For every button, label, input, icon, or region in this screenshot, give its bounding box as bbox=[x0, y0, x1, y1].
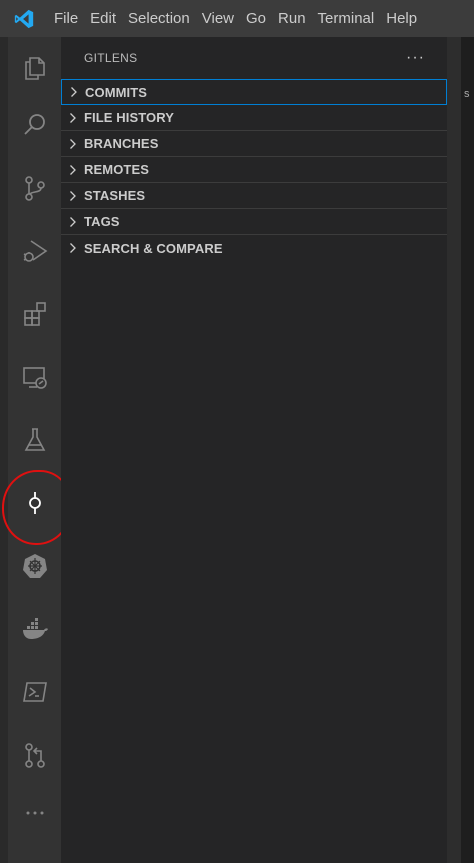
gitlens-sidebar: GITLENS ··· COMMITS FILE HISTORY BRANCHE… bbox=[61, 37, 447, 863]
chevron-right-icon bbox=[67, 241, 81, 255]
pull-requests-icon[interactable] bbox=[8, 724, 61, 786]
search-icon[interactable] bbox=[8, 94, 61, 156]
sidebar-scrollbar[interactable] bbox=[447, 37, 461, 863]
section-remotes[interactable]: REMOTES bbox=[61, 157, 447, 183]
vscode-logo-icon bbox=[0, 0, 48, 37]
source-control-icon[interactable] bbox=[8, 157, 61, 219]
docker-icon[interactable] bbox=[8, 598, 61, 660]
section-search-compare[interactable]: SEARCH & COMPARE bbox=[61, 235, 447, 261]
chevron-right-icon bbox=[67, 163, 81, 177]
chevron-right-icon bbox=[67, 137, 81, 151]
menu-file[interactable]: File bbox=[48, 0, 84, 37]
menu-go[interactable]: Go bbox=[240, 0, 272, 37]
section-label: FILE HISTORY bbox=[84, 110, 175, 125]
menu-selection[interactable]: Selection bbox=[122, 0, 196, 37]
section-label: REMOTES bbox=[84, 162, 149, 177]
run-debug-icon[interactable] bbox=[8, 220, 61, 282]
powershell-icon[interactable] bbox=[8, 661, 61, 723]
menu-view[interactable]: View bbox=[196, 0, 240, 37]
menu-edit[interactable]: Edit bbox=[84, 0, 122, 37]
explorer-icon[interactable] bbox=[8, 37, 61, 99]
section-file-history[interactable]: FILE HISTORY bbox=[61, 105, 447, 131]
extensions-icon[interactable] bbox=[8, 283, 61, 345]
chevron-right-icon bbox=[68, 85, 82, 99]
chevron-right-icon bbox=[67, 111, 81, 125]
activity-bar bbox=[8, 37, 61, 863]
section-branches[interactable]: BRANCHES bbox=[61, 131, 447, 157]
section-label: BRANCHES bbox=[84, 136, 159, 151]
more-actions-button[interactable]: ··· bbox=[406, 49, 425, 67]
more-icon[interactable] bbox=[8, 782, 61, 844]
section-label: STASHES bbox=[84, 188, 146, 203]
editor-area bbox=[461, 37, 474, 863]
window-edge bbox=[0, 37, 8, 863]
menu-help[interactable]: Help bbox=[380, 0, 423, 37]
chevron-right-icon bbox=[67, 215, 81, 229]
menu-terminal[interactable]: Terminal bbox=[312, 0, 381, 37]
menu-bar: File Edit Selection View Go Run Terminal… bbox=[0, 0, 474, 37]
section-label: TAGS bbox=[84, 214, 120, 229]
menu-run[interactable]: Run bbox=[272, 0, 312, 37]
testing-icon[interactable] bbox=[8, 409, 61, 471]
remote-explorer-icon[interactable] bbox=[8, 346, 61, 408]
section-stashes[interactable]: STASHES bbox=[61, 183, 447, 209]
sidebar-header: GITLENS ··· bbox=[61, 37, 447, 79]
section-commits[interactable]: COMMITS bbox=[61, 79, 447, 105]
chevron-right-icon bbox=[67, 189, 81, 203]
sidebar-title: GITLENS bbox=[84, 51, 138, 65]
editor-peek-text: s bbox=[464, 88, 470, 100]
section-label: SEARCH & COMPARE bbox=[84, 240, 223, 256]
section-tags[interactable]: TAGS bbox=[61, 209, 447, 235]
section-label: COMMITS bbox=[85, 84, 148, 100]
